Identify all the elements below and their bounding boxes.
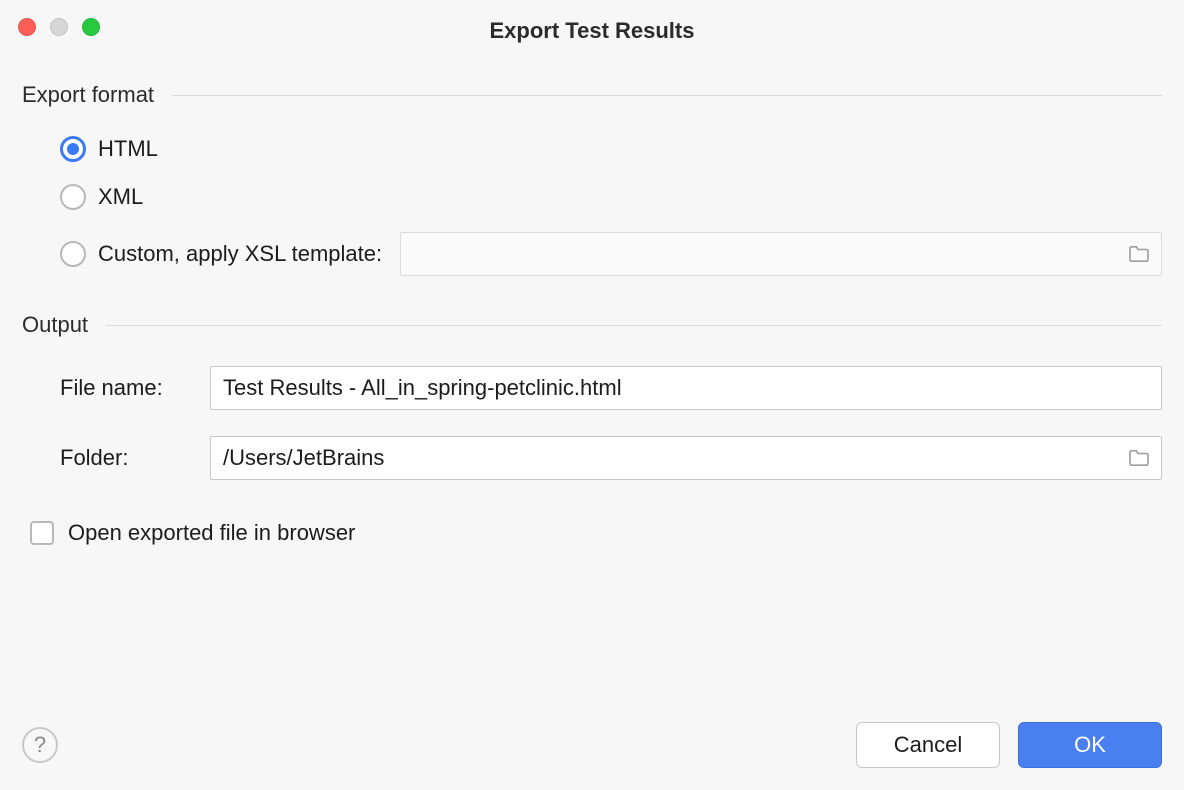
maximize-window-icon[interactable] xyxy=(82,18,100,36)
help-button[interactable]: ? xyxy=(22,727,58,763)
close-window-icon[interactable] xyxy=(18,18,36,36)
cancel-button[interactable]: Cancel xyxy=(856,722,1000,768)
open-in-browser-option[interactable]: Open exported file in browser xyxy=(22,520,1162,546)
divider xyxy=(106,325,1162,326)
file-name-label: File name: xyxy=(60,375,210,401)
titlebar: Export Test Results xyxy=(0,0,1184,52)
radio-option-xml[interactable]: XML xyxy=(60,184,1162,210)
radio-option-custom[interactable]: Custom, apply XSL template: xyxy=(60,232,1162,276)
ok-button[interactable]: OK xyxy=(1018,722,1162,768)
checkbox-label: Open exported file in browser xyxy=(68,520,355,546)
export-format-label: Export format xyxy=(22,82,154,108)
folder-field-wrap xyxy=(210,436,1162,480)
radio-icon xyxy=(60,241,86,267)
export-format-radio-group: HTML XML Custom, apply XSL template: xyxy=(22,136,1162,276)
divider xyxy=(172,95,1162,96)
export-format-section-header: Export format xyxy=(22,82,1162,108)
radio-label: HTML xyxy=(98,136,158,162)
minimize-window-icon xyxy=(50,18,68,36)
checkbox-icon xyxy=(30,521,54,545)
browse-folder-icon[interactable] xyxy=(1128,449,1150,467)
radio-label: XML xyxy=(98,184,143,210)
file-name-field-wrap xyxy=(210,366,1162,410)
output-section-header: Output xyxy=(22,312,1162,338)
radio-option-html[interactable]: HTML xyxy=(60,136,1162,162)
window-controls xyxy=(18,18,100,36)
xsl-template-input xyxy=(400,232,1162,276)
xsl-template-field-wrap xyxy=(400,232,1162,276)
output-fields: File name: Folder: xyxy=(22,366,1162,480)
radio-label: Custom, apply XSL template: xyxy=(98,241,382,267)
dialog-window: Export Test Results Export format HTML X… xyxy=(0,0,1184,790)
folder-input[interactable] xyxy=(210,436,1162,480)
radio-icon xyxy=(60,184,86,210)
file-name-input[interactable] xyxy=(210,366,1162,410)
dialog-content: Export format HTML XML Custom, apply XSL… xyxy=(0,52,1184,722)
folder-label: Folder: xyxy=(60,445,210,471)
output-label: Output xyxy=(22,312,88,338)
radio-icon xyxy=(60,136,86,162)
window-title: Export Test Results xyxy=(16,12,1168,44)
dialog-footer: ? Cancel OK xyxy=(0,722,1184,790)
